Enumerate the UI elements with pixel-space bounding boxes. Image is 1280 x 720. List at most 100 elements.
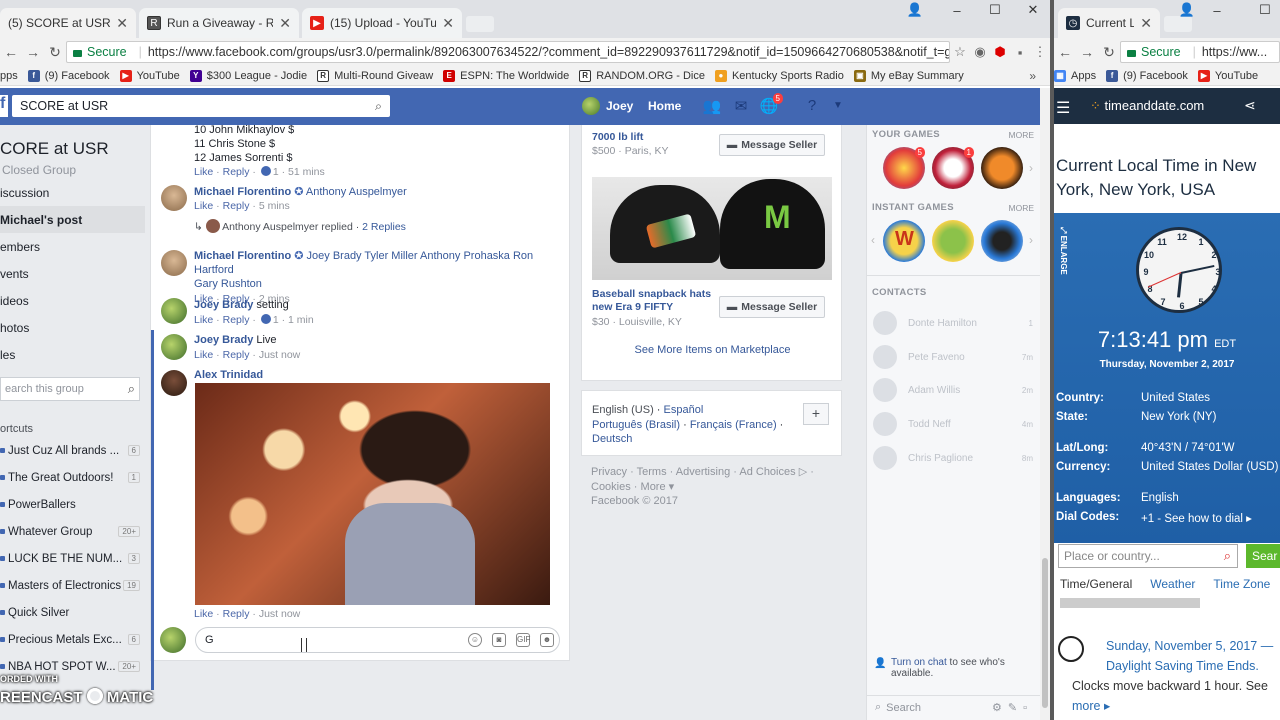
commenter-name[interactable]: Michael Florentino bbox=[194, 186, 291, 198]
chevron-right-icon[interactable]: › bbox=[1029, 161, 1033, 175]
reload-icon[interactable]: ↻ bbox=[44, 44, 66, 61]
nav-photos[interactable]: hotos bbox=[0, 314, 145, 341]
message-seller-button[interactable]: ▬ Message Seller bbox=[719, 134, 825, 156]
marketplace-item[interactable]: Baseball snapback hats new Era 9 FIFTY $… bbox=[592, 288, 712, 328]
bookmark-youtube[interactable]: ▶ YouTube bbox=[1197, 69, 1258, 82]
comment-tags[interactable]: Gary Rushton bbox=[194, 277, 564, 291]
tab-facebook[interactable]: (5) SCORE at USR ✕ bbox=[0, 8, 136, 38]
profile-link[interactable]: Joey bbox=[582, 97, 633, 115]
scrollbar-thumb[interactable] bbox=[1042, 558, 1048, 708]
comment-input[interactable]: G ☺ ◙ GIF ☻ bbox=[195, 627, 560, 653]
reply-link[interactable]: Reply bbox=[223, 349, 250, 361]
turn-on-chat-link[interactable]: Turn on chat bbox=[891, 657, 947, 668]
user-icon[interactable]: 👤 bbox=[900, 0, 930, 20]
chat-options-icons[interactable]: ⚙✎▫ bbox=[992, 701, 1033, 714]
avatar[interactable] bbox=[161, 334, 187, 360]
commenter-name[interactable]: Alex Trinidad bbox=[194, 369, 263, 381]
section-link[interactable]: Time Zone bbox=[1213, 577, 1270, 591]
bookmark-ebay[interactable]: ▣ My eBay Summary bbox=[853, 69, 964, 82]
minimize-button[interactable]: – bbox=[942, 0, 972, 20]
language-link[interactable]: Français (France) bbox=[690, 419, 777, 431]
tab-youtube[interactable]: ▶ (15) Upload - YouTube ✕ bbox=[302, 8, 462, 38]
contact-item[interactable]: Todd Neff 4m bbox=[873, 411, 1033, 437]
chevron-right-icon[interactable]: › bbox=[1029, 233, 1033, 247]
user-icon[interactable]: 👤 bbox=[1172, 0, 1202, 20]
camera-icon[interactable]: ◙ bbox=[492, 633, 506, 647]
language-link[interactable]: Português (Brasil) bbox=[592, 419, 680, 431]
search-icon[interactable]: ⌕ bbox=[128, 381, 135, 397]
info-value[interactable]: United States bbox=[1141, 392, 1210, 404]
comment-tags[interactable]: Anthony Auspelmyer bbox=[306, 186, 407, 198]
search-icon[interactable]: ⌕ bbox=[375, 99, 382, 114]
replies-link[interactable]: 2 Replies bbox=[362, 221, 406, 233]
contact-item[interactable]: Adam Willis 2m bbox=[873, 377, 1033, 403]
game-icon[interactable] bbox=[932, 220, 974, 262]
avatar[interactable] bbox=[161, 185, 187, 211]
comment-gif-image[interactable] bbox=[195, 383, 550, 605]
item-title[interactable]: Baseball snapback hats new Era 9 FIFTY bbox=[592, 288, 712, 314]
game-icon[interactable]: 1 bbox=[932, 147, 974, 189]
footer-link[interactable]: Advertising bbox=[676, 466, 730, 478]
back-icon[interactable]: ← bbox=[1054, 44, 1076, 60]
nav-files[interactable]: les bbox=[0, 341, 145, 368]
section-link[interactable]: Weather bbox=[1150, 577, 1195, 591]
tab-timeanddate[interactable]: ◷ Current Loc ✕ bbox=[1058, 8, 1160, 38]
bookmark-espn[interactable]: E ESPN: The Worldwide bbox=[443, 69, 569, 82]
avatar[interactable] bbox=[161, 250, 187, 276]
new-tab-button[interactable] bbox=[466, 16, 494, 32]
bookmark-multiround[interactable]: R Multi-Round Giveaw bbox=[317, 69, 433, 82]
nav-michaels-post[interactable]: Michael's post bbox=[0, 206, 145, 233]
shortcut-item[interactable]: Quick Silver bbox=[0, 599, 140, 626]
shortcut-item[interactable]: The Great Outdoors! 1 bbox=[0, 464, 140, 491]
timestamp[interactable]: 5 mins bbox=[259, 200, 290, 212]
reply-link[interactable]: Reply bbox=[223, 200, 250, 212]
info-value[interactable]: New York (NY) bbox=[1141, 411, 1216, 423]
camera-icon[interactable]: ◉ bbox=[970, 44, 990, 60]
reply-link[interactable]: Reply bbox=[223, 608, 250, 620]
shortcut-item[interactable]: Masters of Electronics 19 bbox=[0, 572, 140, 599]
tab-close-icon[interactable]: ✕ bbox=[279, 15, 291, 32]
reply-link[interactable]: Reply bbox=[223, 166, 250, 178]
facebook-logo-icon[interactable]: f bbox=[0, 95, 8, 117]
group-title[interactable]: CORE at USR bbox=[0, 139, 109, 159]
account-menu-icon[interactable]: ▼ bbox=[828, 100, 848, 120]
notifications-icon[interactable]: 🌐 5 bbox=[759, 93, 783, 117]
footer-link[interactable]: Cookies bbox=[591, 481, 631, 493]
shortcut-item[interactable]: Whatever Group 20+ bbox=[0, 518, 140, 545]
avatar[interactable] bbox=[161, 370, 187, 396]
forward-icon[interactable]: → bbox=[1076, 44, 1098, 60]
language-link[interactable]: Deutsch bbox=[592, 433, 632, 445]
chevron-left-icon[interactable]: ‹ bbox=[871, 233, 875, 247]
bookmarks-overflow-icon[interactable]: » bbox=[1029, 69, 1036, 83]
marketplace-item-image[interactable]: M bbox=[592, 177, 832, 280]
close-window-button[interactable]: ✕ bbox=[1018, 0, 1048, 20]
emoji-icon[interactable]: ☺ bbox=[468, 633, 482, 647]
shortcut-item[interactable]: PowerBallers bbox=[0, 491, 140, 518]
contact-item[interactable]: Chris Paglione 8m bbox=[873, 445, 1033, 471]
bookmark-random-dice[interactable]: R RANDOM.ORG - Dice bbox=[579, 69, 705, 82]
facebook-search-input[interactable]: SCORE at USR ⌕ bbox=[12, 95, 390, 117]
section-link[interactable]: Time/General bbox=[1060, 577, 1132, 591]
bookmark-apps[interactable]: ▦ Apps bbox=[1054, 69, 1096, 82]
reply-link[interactable]: Reply bbox=[223, 314, 250, 326]
star-icon[interactable]: ☆ bbox=[950, 44, 970, 60]
back-icon[interactable]: ← bbox=[0, 44, 22, 60]
like-link[interactable]: Like bbox=[194, 349, 213, 361]
hamburger-menu-icon[interactable]: ☰ bbox=[1056, 98, 1070, 118]
chat-search-input[interactable]: ⌕ Search ⚙✎▫ bbox=[867, 695, 1040, 719]
messenger-icon[interactable]: ✉ bbox=[731, 97, 751, 117]
bookmark-apps[interactable]: pps bbox=[0, 70, 18, 82]
dst-line[interactable]: Sunday, November 5, 2017 — bbox=[1072, 636, 1280, 656]
candy-crush-game-icon[interactable]: 5 bbox=[883, 147, 925, 189]
gif-icon[interactable]: GIF bbox=[516, 633, 530, 647]
footer-link[interactable]: Ad Choices bbox=[739, 466, 795, 478]
more-link[interactable]: MORE bbox=[1009, 130, 1035, 140]
commenter-name[interactable]: Michael Florentino bbox=[194, 250, 291, 262]
footer-link[interactable]: Privacy bbox=[591, 466, 627, 478]
bookmark-facebook[interactable]: f (9) Facebook bbox=[1106, 69, 1188, 82]
sticker-icon[interactable]: ☻ bbox=[540, 633, 554, 647]
bookmark-facebook[interactable]: f (9) Facebook bbox=[27, 69, 110, 82]
maximize-button[interactable]: ☐ bbox=[1250, 0, 1280, 20]
help-icon[interactable]: ? bbox=[802, 97, 822, 117]
timestamp[interactable]: 1 min bbox=[288, 314, 314, 326]
